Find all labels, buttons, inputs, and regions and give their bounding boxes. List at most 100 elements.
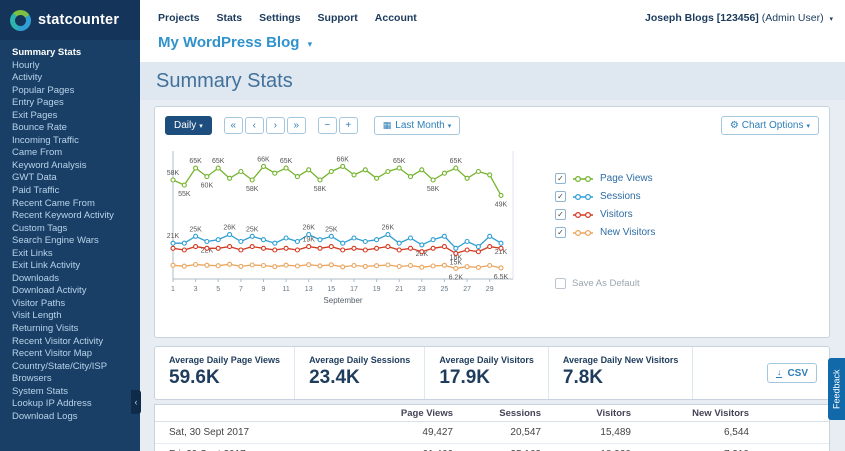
legend-item-new-visitors: ✓ New Visitors xyxy=(555,227,655,238)
download-icon: ↓ xyxy=(776,368,783,378)
sidebar-item-downloads[interactable]: Downloads xyxy=(12,273,140,286)
topnav-support[interactable]: Support xyxy=(318,12,358,24)
topnav-projects[interactable]: Projects xyxy=(158,12,199,24)
svg-text:26K: 26K xyxy=(302,225,315,232)
row-value: 6,544 xyxy=(631,427,749,438)
granularity-label: Daily xyxy=(174,120,196,131)
first-page-button[interactable]: « xyxy=(224,117,243,134)
chart-controls: Daily▾ « ‹ › » − + ▦Last Month▾ ⚙Chart O… xyxy=(155,107,829,137)
sidebar-item-exit-pages[interactable]: Exit Pages xyxy=(12,110,140,123)
sidebar-item-paid-traffic[interactable]: Paid Traffic xyxy=(12,185,140,198)
sidebar-item-bounce-rate[interactable]: Bounce Rate xyxy=(12,122,140,135)
sidebar-item-exit-links[interactable]: Exit Links xyxy=(12,248,140,261)
main-area: Projects Stats Settings Support Account Jose… xyxy=(140,0,845,451)
csv-label: CSV xyxy=(787,368,808,379)
table-header-row: Page ViewsSessionsVisitorsNew Visitors xyxy=(155,405,829,422)
svg-text:6.2K: 6.2K xyxy=(449,274,464,281)
chart-options-button[interactable]: ⚙Chart Options▾ xyxy=(721,116,819,135)
chart-legend: ✓ Page Views ✓ Sessions ✓ Visitors ✓ New… xyxy=(555,139,655,311)
sidebar-item-returning-visits[interactable]: Returning Visits xyxy=(12,323,140,336)
topnav-stats[interactable]: Stats xyxy=(216,12,242,24)
legend-checkbox-sessions[interactable]: ✓ xyxy=(555,191,566,202)
sidebar-item-recent-came-from[interactable]: Recent Came From xyxy=(12,198,140,211)
last-page-button[interactable]: » xyxy=(287,117,306,134)
legend-checkbox-new-visitors[interactable]: ✓ xyxy=(555,227,566,238)
summary-card-value: 59.6K xyxy=(169,367,280,389)
sidebar-item-visitor-paths[interactable]: Visitor Paths xyxy=(12,298,140,311)
sidebar-item-download-logs[interactable]: Download Logs xyxy=(12,411,140,424)
next-page-button[interactable]: › xyxy=(266,117,285,134)
date-range-button[interactable]: ▦Last Month▾ xyxy=(374,116,461,135)
summary-card-value: 17.9K xyxy=(439,367,534,389)
statcounter-logo[interactable]: statcounter xyxy=(0,0,140,40)
sidebar-item-system-stats[interactable]: System Stats xyxy=(12,386,140,399)
sidebar-item-popular-pages[interactable]: Popular Pages xyxy=(12,85,140,98)
chart-options-label: Chart Options xyxy=(742,120,804,131)
user-menu[interactable]: Joseph Blogs [123456] (Admin User) ▾ xyxy=(645,12,833,24)
topnav-settings[interactable]: Settings xyxy=(259,12,300,24)
svg-text:25K: 25K xyxy=(189,226,202,233)
svg-text:25K: 25K xyxy=(325,226,338,233)
sidebar-item-gwt-data[interactable]: GWT Data xyxy=(12,172,140,185)
caret-down-icon: ▾ xyxy=(829,16,833,23)
legend-checkbox-page-views[interactable]: ✓ xyxy=(555,173,566,184)
sidebar-item-browsers[interactable]: Browsers xyxy=(12,373,140,386)
svg-text:September: September xyxy=(323,296,362,305)
svg-text:65K: 65K xyxy=(393,158,406,165)
svg-text:58K: 58K xyxy=(427,186,440,193)
sidebar-item-activity[interactable]: Activity xyxy=(12,72,140,85)
gear-icon: ⚙ xyxy=(730,120,739,131)
svg-text:55K: 55K xyxy=(178,191,191,198)
sidebar-item-lookup-ip-address[interactable]: Lookup IP Address xyxy=(12,398,140,411)
csv-export-button[interactable]: ↓ CSV xyxy=(767,363,817,383)
sidebar-item-incoming-traffic[interactable]: Incoming Traffic xyxy=(12,135,140,148)
calendar-icon: ▦ xyxy=(383,120,392,130)
sidebar-item-summary-stats[interactable]: Summary Stats xyxy=(12,47,140,60)
caret-down-icon: ▾ xyxy=(199,123,203,130)
sidebar-item-keyword-analysis[interactable]: Keyword Analysis xyxy=(12,160,140,173)
sidebar-collapse-button[interactable]: ‹ xyxy=(131,390,141,414)
summary-card-label: Average Daily Page Views xyxy=(169,355,280,365)
sidebar-item-hourly[interactable]: Hourly xyxy=(12,60,140,73)
sidebar-item-visit-length[interactable]: Visit Length xyxy=(12,310,140,323)
topnav-account[interactable]: Account xyxy=(375,12,417,24)
sidebar-item-recent-keyword-activity[interactable]: Recent Keyword Activity xyxy=(12,210,140,223)
legend-checkbox-visitors[interactable]: ✓ xyxy=(555,209,566,220)
svg-text:15K: 15K xyxy=(450,259,463,266)
sidebar-item-exit-link-activity[interactable]: Exit Link Activity xyxy=(12,260,140,273)
svg-text:65K: 65K xyxy=(212,158,225,165)
svg-text:15: 15 xyxy=(327,286,335,293)
sidebar-item-recent-visitor-activity[interactable]: Recent Visitor Activity xyxy=(12,336,140,349)
series-line-icon xyxy=(572,192,594,202)
summary-card-2: Average Daily Visitors 17.9K xyxy=(425,347,549,399)
svg-text:19K: 19K xyxy=(302,237,315,244)
svg-text:3: 3 xyxy=(194,286,198,293)
zoom-out-button[interactable]: − xyxy=(318,117,337,134)
svg-text:60K: 60K xyxy=(201,183,214,190)
sidebar-item-custom-tags[interactable]: Custom Tags xyxy=(12,223,140,236)
granularity-dropdown[interactable]: Daily▾ xyxy=(165,116,212,135)
svg-text:58K: 58K xyxy=(167,170,180,177)
page-title: Summary Stats xyxy=(140,62,845,100)
legend-label: Page Views xyxy=(600,173,653,184)
legend-item-visitors: ✓ Visitors xyxy=(555,209,655,220)
prev-page-button[interactable]: ‹ xyxy=(245,117,264,134)
sidebar-item-recent-visitor-map[interactable]: Recent Visitor Map xyxy=(12,348,140,361)
caret-down-icon: ▾ xyxy=(308,39,313,49)
caret-down-icon: ▾ xyxy=(806,123,810,130)
sidebar-item-search-engine-wars[interactable]: Search Engine Wars xyxy=(12,235,140,248)
sidebar-item-country-state-city-isp[interactable]: Country/State/City/ISP xyxy=(12,361,140,374)
sidebar-item-came-from[interactable]: Came From xyxy=(12,147,140,160)
project-selector[interactable]: My WordPress Blog ▾ xyxy=(158,34,312,51)
sidebar-item-entry-pages[interactable]: Entry Pages xyxy=(12,97,140,110)
feedback-tab[interactable]: Feedback xyxy=(828,358,845,420)
svg-text:25K: 25K xyxy=(246,226,259,233)
svg-text:7: 7 xyxy=(239,286,243,293)
zoom-in-button[interactable]: + xyxy=(339,117,358,134)
summary-cards: Average Daily Page Views 59.6K Average D… xyxy=(155,347,693,399)
svg-text:49K: 49K xyxy=(495,201,508,208)
user-name: Joseph Blogs [123456] xyxy=(645,12,759,24)
sidebar-item-download-activity[interactable]: Download Activity xyxy=(12,285,140,298)
svg-text:9: 9 xyxy=(262,286,266,293)
save-as-default-checkbox[interactable]: Save As Default xyxy=(555,278,655,289)
